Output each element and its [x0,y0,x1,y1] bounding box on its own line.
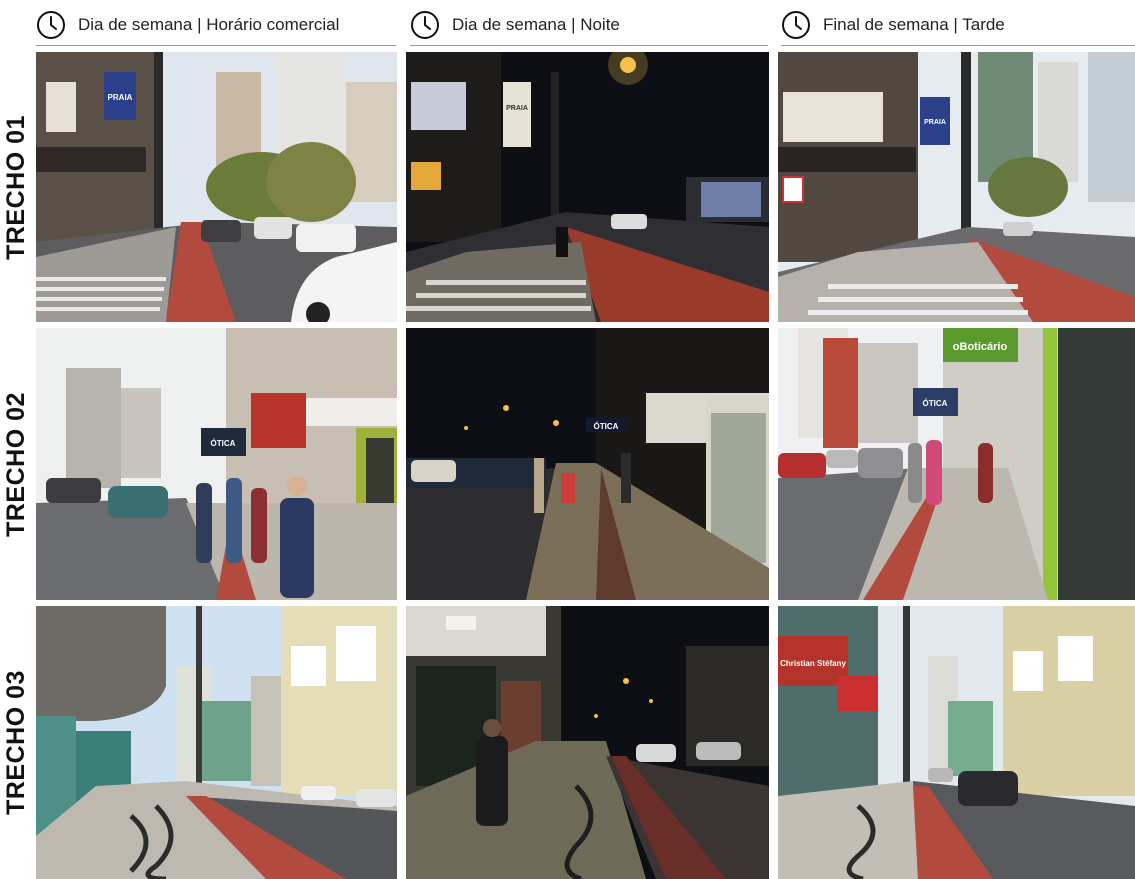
photo-trecho03-weekday-business [36,606,397,879]
column-header-1: Dia de semana | Horário comercial [36,6,339,44]
svg-text:Christian Stéfany: Christian Stéfany [780,659,846,668]
header-divider [781,45,1135,46]
svg-text:ÓTICA: ÓTICA [594,422,619,431]
column-header-2: Dia de semana | Noite [410,6,620,44]
column-header-label: Dia de semana | Noite [452,15,620,34]
photo-trecho02-weekday-night: ÓTICA [406,328,769,600]
clock-icon [37,11,65,39]
photo-trecho01-weekday-night: PRAIA [406,52,769,322]
column-header-3: Final de semana | Tarde [781,6,1005,44]
row-label-3: TRECHO 03 [1,670,30,815]
svg-text:PRAIA: PRAIA [506,105,528,112]
photo-trecho02-weekend-afternoon: oBoticário ÓTICA [778,328,1135,600]
photo-trecho03-weekend-afternoon: Christian Stéfany [778,606,1135,879]
column-header-label: Final de semana | Tarde [823,15,1005,34]
photo-trecho02-weekday-business: ÓTICA [36,328,397,600]
photo-trecho01-weekday-business: PRAIA [36,52,397,322]
svg-text:ÓTICA: ÓTICA [211,439,236,448]
svg-text:ÓTICA: ÓTICA [923,399,948,408]
clock-icon [782,11,810,39]
photo-trecho01-weekend-afternoon: PRAIA [778,52,1135,322]
photo-trecho03-weekday-night [406,606,769,879]
row-label-1: TRECHO 01 [1,114,30,260]
svg-text:PRAIA: PRAIA [924,119,946,126]
clock-icon [411,11,439,39]
header-divider [410,45,768,46]
row-label-2: TRECHO 02 [1,391,30,537]
header-divider [36,45,396,46]
column-header-label: Dia de semana | Horário comercial [78,15,340,34]
svg-text:PRAIA: PRAIA [108,93,133,102]
svg-text:oBoticário: oBoticário [953,341,1008,353]
